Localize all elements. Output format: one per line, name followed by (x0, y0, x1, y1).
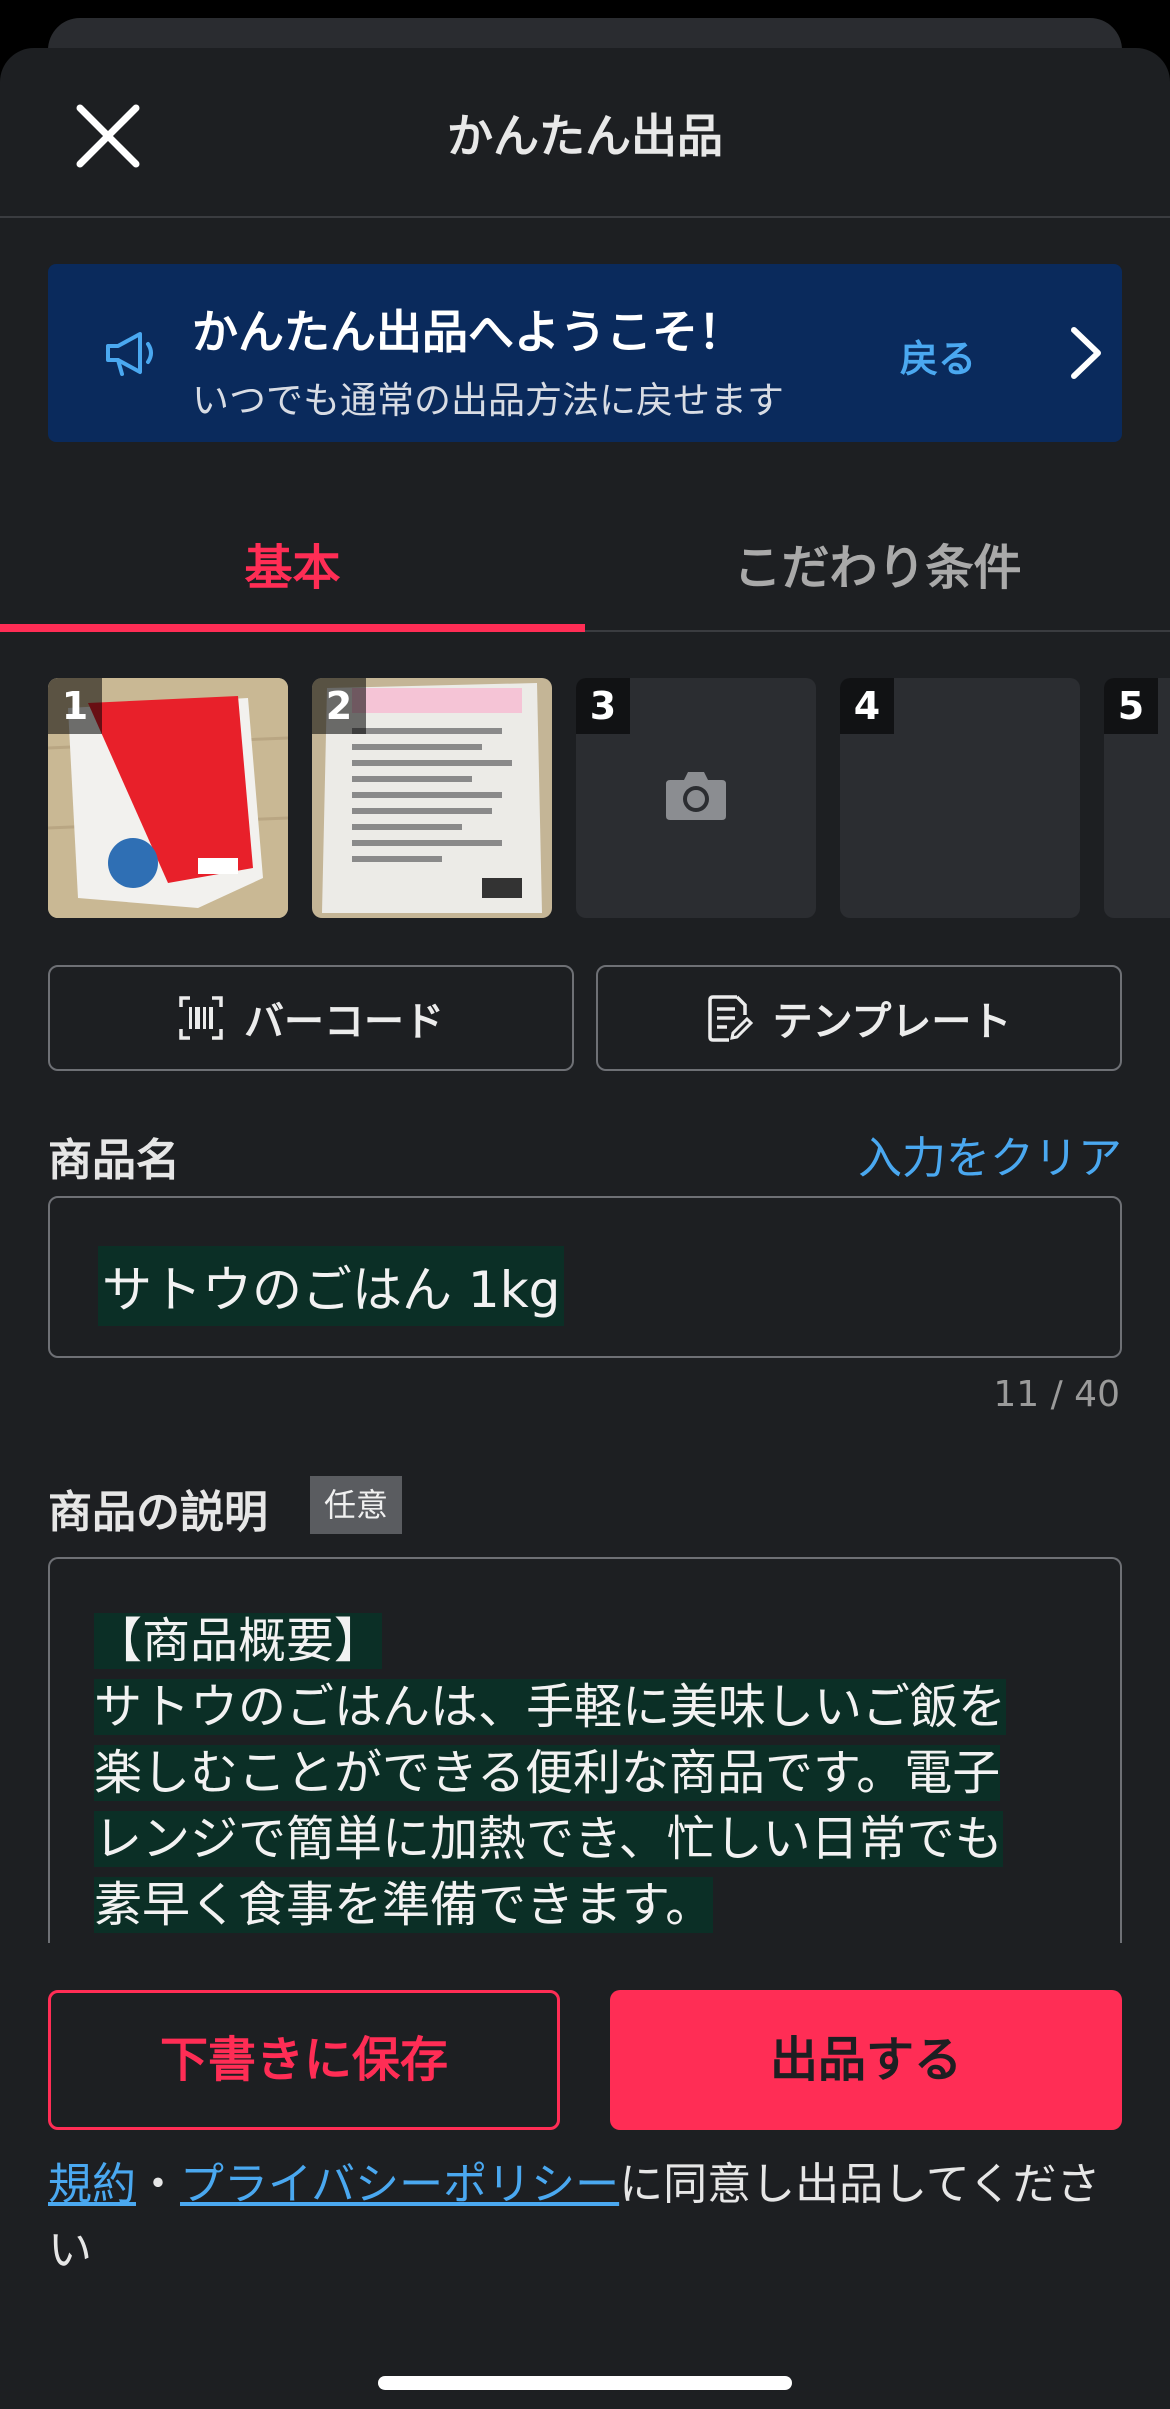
camera-icon (666, 772, 726, 820)
barcode-icon (179, 996, 223, 1040)
description-line: 【商品概要】 (94, 1613, 383, 1669)
product-name-label: 商品名 (48, 1135, 180, 1186)
page-title: かんたん出品 (447, 109, 723, 163)
description-line: レンジで簡単に加熱でき、忙しい日常でも (94, 1811, 1003, 1867)
photo-slot-1[interactable]: 1 (48, 678, 288, 918)
megaphone-icon (106, 332, 153, 376)
description-line: 楽しむことができる便利な商品です。電子 (94, 1745, 1001, 1801)
save-draft-button[interactable]: 下書きに保存 (48, 1990, 560, 2130)
template-button[interactable]: テンプレート (596, 965, 1122, 1071)
photo-number: 3 (576, 678, 630, 734)
barcode-label: バーコード (244, 999, 444, 1045)
tab-bar: 基本 こだわり条件 (0, 522, 1170, 632)
agreement-separator: ・ (136, 2159, 180, 2210)
banner-subtitle: いつでも通常の出品方法に戻せます (192, 379, 784, 422)
header: かんたん出品 (0, 48, 1170, 218)
description-line: サトウのごはんは、手軽に美味しいご飯を (94, 1679, 1007, 1735)
submit-listing-button[interactable]: 出品する (610, 1990, 1122, 2130)
photo-number: 2 (312, 678, 366, 734)
clear-input-link[interactable]: 入力をクリア (858, 1122, 1122, 1186)
character-counter: 11 / 40 (993, 1374, 1120, 1415)
photo-slot-2[interactable]: 2 (312, 678, 552, 918)
terms-link[interactable]: 規約 (48, 2159, 136, 2210)
photo-slot-4[interactable]: 4 (840, 678, 1080, 918)
privacy-policy-link[interactable]: プライバシーポリシー (180, 2159, 619, 2210)
banner-title: かんたん出品へようこそ！ (192, 305, 744, 359)
photo-slot-5[interactable]: 5 (1104, 678, 1170, 918)
listing-sheet: かんたん出品 かんたん出品へようこそ！ いつでも通常の出品方法に戻せます 戻る … (0, 48, 1170, 2409)
product-name-input[interactable]: サトウのごはん 1kg (48, 1196, 1122, 1358)
product-name-value: サトウのごはん 1kg (98, 1246, 565, 1326)
photo-number: 5 (1104, 678, 1158, 734)
welcome-banner[interactable]: かんたん出品へようこそ！ いつでも通常の出品方法に戻せます 戻る (48, 264, 1122, 442)
template-icon (707, 995, 753, 1042)
photo-number: 4 (840, 678, 894, 734)
description-textarea[interactable]: 【商品概要】 サトウのごはんは、手軽に美味しいご飯を 楽しむことができる便利な商… (48, 1557, 1122, 1943)
optional-badge: 任意 (310, 1476, 402, 1534)
photo-slot-3[interactable]: 3 (576, 678, 816, 918)
description-label: 商品の説明 (48, 1487, 268, 1538)
home-indicator[interactable] (378, 2376, 792, 2390)
barcode-button[interactable]: バーコード (48, 965, 574, 1071)
agreement-text: 規約・プライバシーポリシーに同意し出品してください (48, 2152, 1122, 2284)
template-label: テンプレート (772, 999, 1012, 1045)
chevron-right-icon[interactable] (1058, 322, 1114, 384)
description-line: 素早く食事を準備できます。 (94, 1877, 714, 1933)
tab-basic[interactable]: 基本 (0, 522, 585, 632)
photo-number: 1 (48, 678, 102, 734)
banner-back-link[interactable]: 戻る (900, 328, 976, 383)
tab-details[interactable]: こだわり条件 (585, 522, 1170, 630)
